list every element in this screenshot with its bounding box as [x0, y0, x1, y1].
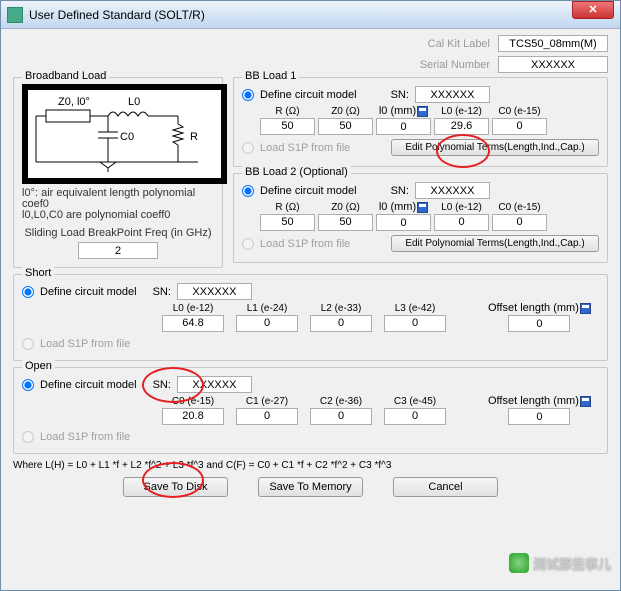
bb2-edit-poly-button[interactable]: Edit Polynomial Terms(Length,Ind.,Cap.)	[391, 235, 599, 252]
bb1-sn-label: SN:	[391, 89, 409, 101]
short-l1-input[interactable]	[236, 315, 298, 332]
calc-icon[interactable]	[580, 303, 591, 314]
bb2-radio-circuit[interactable]	[242, 185, 254, 197]
short-define-label: Define circuit model	[40, 286, 137, 298]
wechat-icon	[509, 553, 529, 573]
serial-label: Serial Number	[420, 59, 490, 71]
open-title: Open	[22, 360, 55, 372]
open-group: Open Define circuit model SN: C0 (e-15) …	[13, 367, 608, 454]
bb1-c0e15-input[interactable]	[492, 118, 547, 135]
open-c2-input[interactable]	[310, 408, 372, 425]
short-sn-label: SN:	[153, 286, 171, 298]
bb2-define-label: Define circuit model	[260, 185, 357, 197]
watermark: 测试那些事儿	[509, 553, 611, 573]
short-s1p-label: Load S1P from file	[40, 338, 130, 350]
cancel-button[interactable]: Cancel	[393, 477, 498, 497]
open-radio-s1p	[22, 431, 34, 443]
bb2-radio-s1p	[242, 238, 254, 250]
bb2-l0e12-input[interactable]	[434, 214, 489, 231]
app-icon	[7, 7, 23, 23]
calc-icon[interactable]	[417, 202, 428, 213]
bb2-s1p-label: Load S1P from file	[260, 238, 350, 250]
titlebar[interactable]: User Defined Standard (SOLT/R) ✕	[1, 1, 620, 29]
open-c1-input[interactable]	[236, 408, 298, 425]
cal-kit-input[interactable]	[498, 35, 608, 52]
window: User Defined Standard (SOLT/R) ✕ Cal Kit…	[0, 0, 621, 591]
bb2-title: BB Load 2 (Optional)	[242, 166, 351, 178]
bb1-z0-input[interactable]	[318, 118, 373, 135]
serial-input[interactable]	[498, 56, 608, 73]
open-radio-circuit[interactable]	[22, 379, 34, 391]
bb1-edit-poly-button[interactable]: Edit Polynomial Terms(Length,Ind.,Cap.)	[391, 139, 599, 156]
short-offset-input[interactable]	[508, 315, 570, 332]
bb1-sn-input[interactable]	[415, 86, 490, 103]
bb2-sn-label: SN:	[391, 185, 409, 197]
save-memory-button[interactable]: Save To Memory	[258, 477, 363, 497]
short-radio-s1p	[22, 338, 34, 350]
short-l2-input[interactable]	[310, 315, 372, 332]
broadband-title: Broadband Load	[22, 70, 109, 82]
open-sn-label: SN:	[153, 379, 171, 391]
calc-icon[interactable]	[580, 396, 591, 407]
open-offset-input[interactable]	[508, 408, 570, 425]
bb2-sn-input[interactable]	[415, 182, 490, 199]
bb2-z0-input[interactable]	[318, 214, 373, 231]
sliding-input[interactable]	[78, 242, 158, 259]
short-sn-input[interactable]	[177, 283, 252, 300]
where-formula: Where L(H) = L0 + L1 *f + L2 *f^2 + L3 *…	[13, 460, 608, 471]
close-button[interactable]: ✕	[572, 1, 614, 19]
open-s1p-label: Load S1P from file	[40, 431, 130, 443]
bb1-l0e12-input[interactable]	[434, 118, 489, 135]
circuit-diagram: Z0, l0° L0 C0	[22, 84, 227, 184]
bb1-s1p-label: Load S1P from file	[260, 142, 350, 154]
short-title: Short	[22, 267, 54, 279]
bb1-radio-s1p	[242, 142, 254, 154]
bb1-define-label: Define circuit model	[260, 89, 357, 101]
open-c3-input[interactable]	[384, 408, 446, 425]
open-define-label: Define circuit model	[40, 379, 137, 391]
window-title: User Defined Standard (SOLT/R)	[29, 8, 614, 22]
bb1-r-input[interactable]	[260, 118, 315, 135]
bb1-l0mm-input[interactable]	[376, 118, 431, 135]
short-l3-input[interactable]	[384, 315, 446, 332]
bb1-radio-circuit[interactable]	[242, 89, 254, 101]
sliding-label: Sliding Load BreakPoint Freq (in GHz)	[22, 227, 214, 239]
bb1-title: BB Load 1	[242, 70, 299, 82]
short-l0-input[interactable]	[162, 315, 224, 332]
diagram-l0: L0	[128, 96, 140, 108]
short-radio-circuit[interactable]	[22, 286, 34, 298]
broadband-group: Broadband Load Z0, l0° L0	[13, 77, 223, 268]
diagram-r: R	[190, 131, 198, 143]
bb-load-1-group: BB Load 1 Define circuit model SN: R (Ω)…	[233, 77, 608, 167]
cal-kit-label: Cal Kit Label	[428, 38, 490, 50]
save-disk-button[interactable]: Save To Disk	[123, 477, 228, 497]
diagram-c0: C0	[120, 131, 134, 143]
formula-note: l0°: air equivalent length polynomial co…	[22, 188, 214, 221]
bb2-r-input[interactable]	[260, 214, 315, 231]
bb2-c0e15-input[interactable]	[492, 214, 547, 231]
bb2-l0mm-input[interactable]	[376, 214, 431, 231]
open-c0-input[interactable]	[162, 408, 224, 425]
diagram-z0: Z0, l0°	[58, 96, 90, 108]
short-group: Short Define circuit model SN: L0 (e-12)…	[13, 274, 608, 361]
calc-icon[interactable]	[417, 106, 428, 117]
content: Cal Kit Label Serial Number Broadband Lo…	[1, 29, 620, 503]
bb-load-2-group: BB Load 2 (Optional) Define circuit mode…	[233, 173, 608, 263]
open-sn-input[interactable]	[177, 376, 252, 393]
